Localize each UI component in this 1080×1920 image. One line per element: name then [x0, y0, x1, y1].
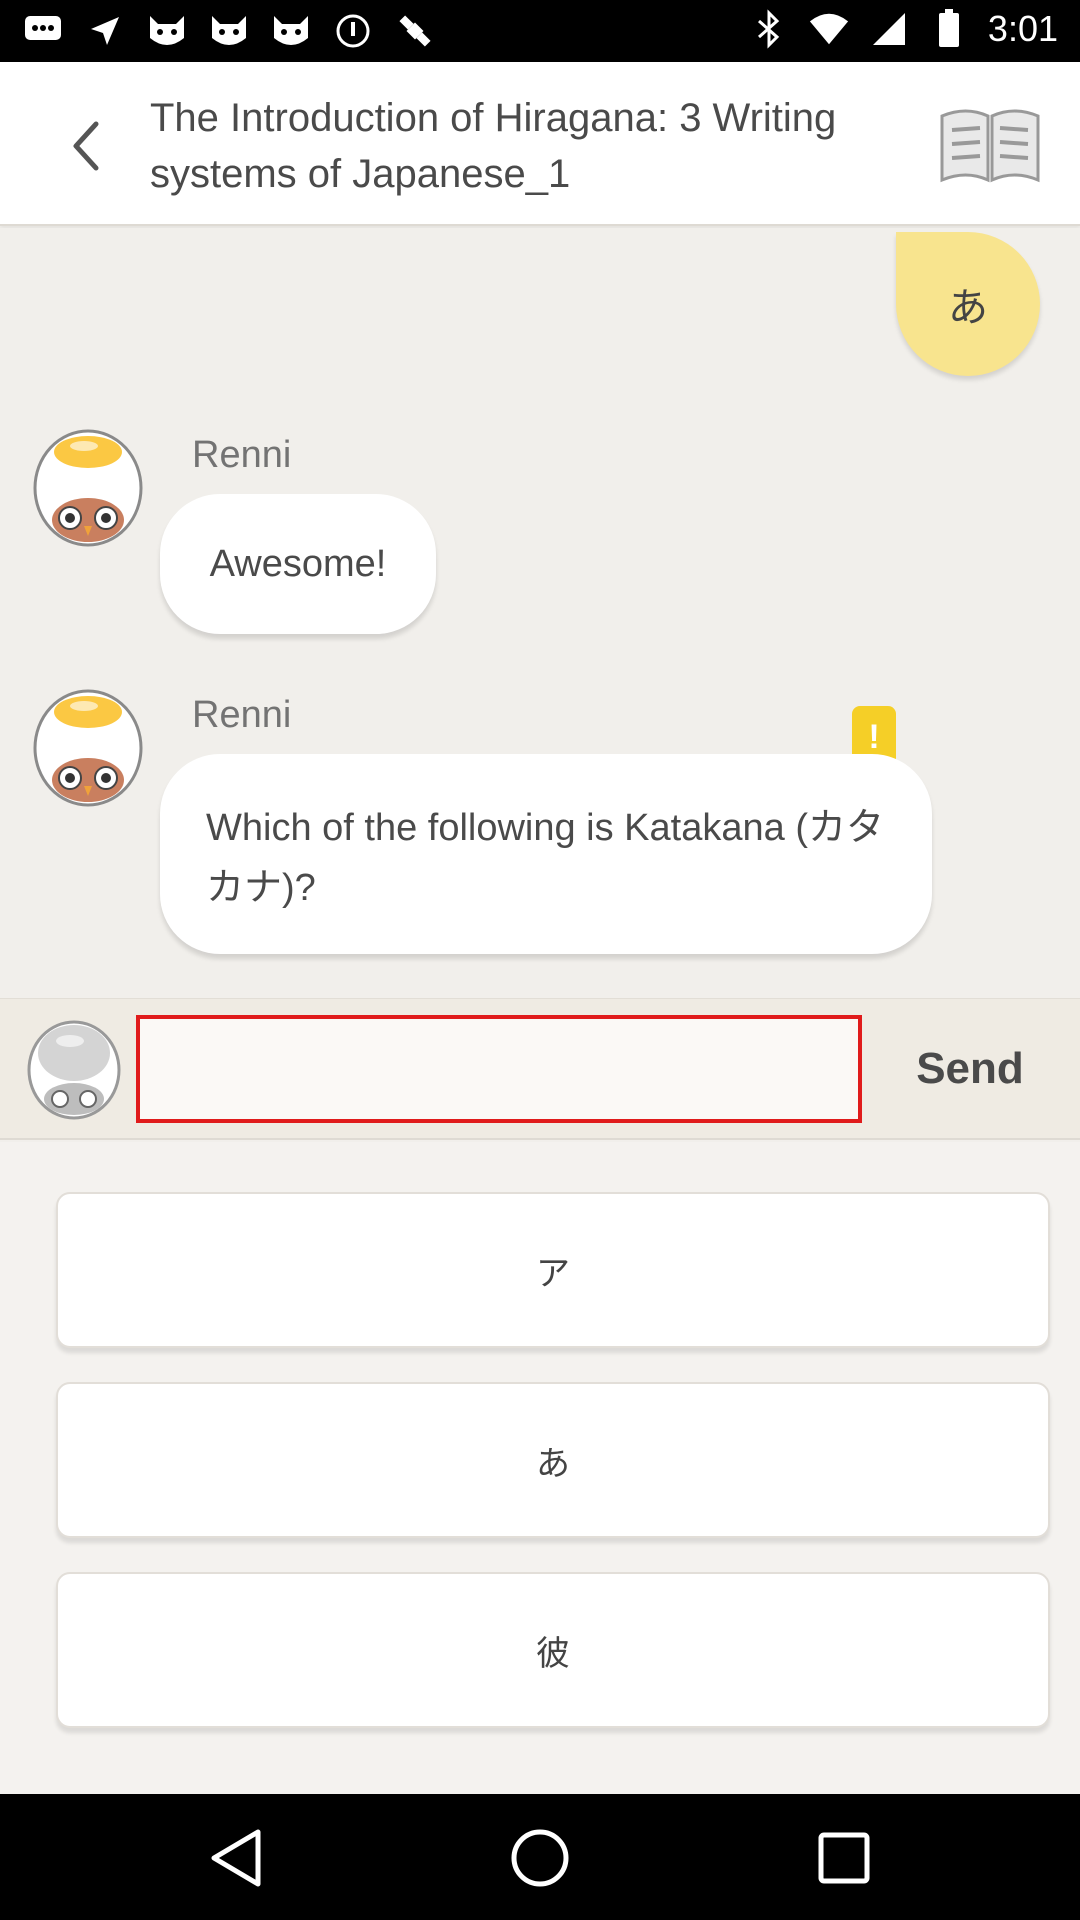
recents-square-icon: [818, 1832, 870, 1884]
answer-option[interactable]: ア: [56, 1192, 1050, 1348]
message-sender: Renni: [192, 694, 292, 736]
cat-face-icon: [208, 10, 250, 52]
question-text: Which of the following is Katakana (カタカナ…: [206, 807, 884, 909]
answer-input-bar: Send: [0, 998, 1080, 1140]
chat-area: あ Renni Awesome! Renni ! Which of the fo…: [0, 228, 1080, 998]
home-circle-icon: [511, 1829, 569, 1887]
hiragana-hint-button[interactable]: あ: [896, 232, 1040, 376]
nav-home-button[interactable]: [504, 1822, 576, 1894]
status-bar: 3:01: [0, 0, 1080, 62]
app-header: The Introduction of Hiragana: 3 Writing …: [0, 62, 1080, 226]
option-label: ア: [536, 1253, 570, 1294]
signal-icon: [868, 8, 910, 50]
bluetooth-icon: [748, 8, 790, 50]
open-book-icon: [940, 109, 1040, 183]
status-time: 3:01: [987, 8, 1058, 49]
chevron-left-icon: [73, 121, 99, 171]
system-nav-bar: [0, 1794, 1080, 1920]
answer-option[interactable]: あ: [56, 1382, 1050, 1538]
lesson-title: The Introduction of Hiragana: 3 Writing …: [150, 96, 837, 196]
option-label: あ: [536, 1443, 570, 1484]
chat-message: Awesome!: [160, 494, 436, 634]
answer-option[interactable]: 彼: [56, 1572, 1050, 1728]
send-button[interactable]: Send: [880, 1015, 1060, 1123]
message-sender: Renni: [192, 434, 292, 476]
cat-face-icon: [146, 10, 188, 52]
nav-back-button[interactable]: [200, 1822, 272, 1894]
fake-gps-satellite-icon: [394, 10, 436, 52]
wifi-icon: [808, 8, 850, 50]
renni-owl-avatar: [33, 429, 143, 547]
battery-icon: [928, 8, 970, 50]
nav-recents-button[interactable]: [808, 1822, 880, 1894]
chat-bubble-icon: [22, 10, 64, 52]
renni-owl-avatar: [33, 689, 143, 807]
back-button[interactable]: [56, 114, 116, 178]
user-avatar: [27, 1020, 121, 1120]
lesson-notes-button[interactable]: [938, 104, 1042, 188]
message-text: Awesome!: [209, 542, 387, 585]
cat-face-icon: [270, 10, 312, 52]
answer-options: ア あ 彼: [0, 1142, 1080, 1794]
chat-message: Which of the following is Katakana (カタカナ…: [160, 754, 932, 954]
option-label: 彼: [536, 1633, 570, 1674]
navigation-arrow-icon: [84, 10, 126, 52]
answer-input[interactable]: [136, 1015, 862, 1123]
back-triangle-icon: [211, 1829, 261, 1887]
vpn-key-icon: [332, 10, 374, 52]
system-status-icons: 3:01: [748, 8, 1058, 50]
notification-icons: [22, 10, 436, 52]
